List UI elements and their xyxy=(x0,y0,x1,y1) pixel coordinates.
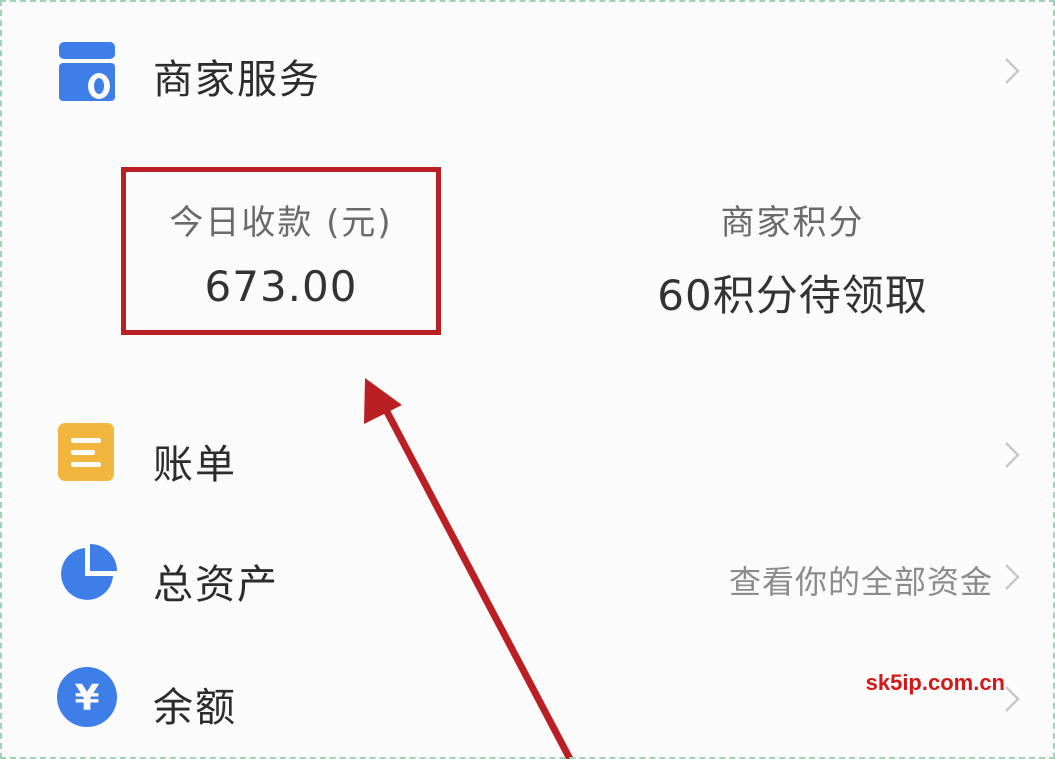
merchant-points-stat[interactable]: 商家积分 60积分待领取 xyxy=(600,195,985,323)
total-assets-row[interactable]: 总资产 查看你的全部资金 xyxy=(0,520,1055,630)
chevron-right-icon xyxy=(1005,564,1020,590)
chevron-right-icon xyxy=(1005,686,1020,712)
merchant-services-row[interactable]: 商家服务 xyxy=(0,0,1055,150)
merchant-services-label: 商家服务 xyxy=(153,57,321,103)
bill-row[interactable]: 账单 xyxy=(0,400,1055,510)
bill-label: 账单 xyxy=(153,442,237,488)
bill-icon xyxy=(57,422,115,482)
watermark: sk5ip.com.cn xyxy=(865,670,1005,695)
chevron-right-icon xyxy=(1005,442,1020,468)
yuan-coin-icon: ¥ xyxy=(55,665,119,729)
pie-chart-icon xyxy=(55,542,119,606)
store-icon xyxy=(55,40,119,104)
svg-text:¥: ¥ xyxy=(74,678,99,719)
total-assets-hint: 查看你的全部资金 xyxy=(728,563,993,601)
merchant-points-value: 60积分待领取 xyxy=(657,271,928,320)
chevron-right-icon xyxy=(1005,58,1020,84)
merchant-points-label: 商家积分 xyxy=(720,203,865,243)
highlight-box xyxy=(121,167,441,335)
total-assets-label: 总资产 xyxy=(153,562,279,608)
balance-label: 余额 xyxy=(153,685,237,731)
